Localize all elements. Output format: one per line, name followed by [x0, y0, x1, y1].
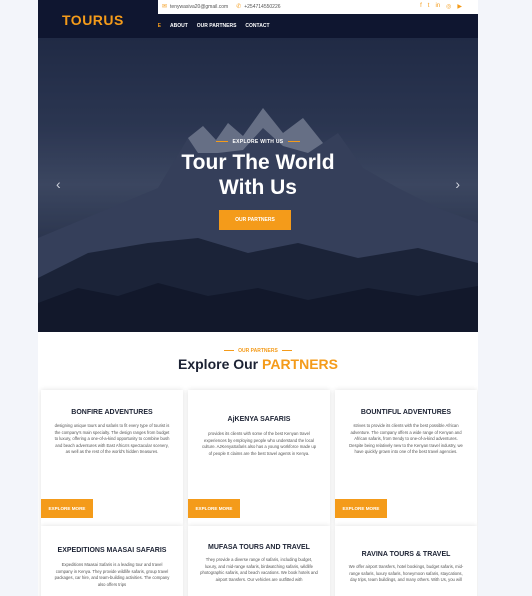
hero-title-line-1: Tour The World [181, 151, 335, 174]
phone-icon: ✆ [236, 4, 242, 10]
partners-title-prefix: Explore Our [178, 356, 259, 372]
nav-menu: HOME ABOUT OUR PARTNERS CONTACT [146, 23, 270, 29]
nav-contact[interactable]: CONTACT [245, 23, 269, 29]
envelope-icon: ✉ [162, 4, 168, 10]
partner-card-title: EXPEDITIONS MAASAI SAFARIS [57, 547, 167, 554]
partner-card-text: Expeditions Maasai Safaris is a leading … [54, 562, 170, 587]
instagram-icon[interactable]: ◎ [446, 3, 451, 10]
youtube-icon[interactable]: ▶ [457, 3, 462, 10]
page: ✉ tenywasiva20@gmail.com ✆ +254714550226 f… [38, 0, 478, 596]
chevron-left-icon[interactable]: ‹ [56, 176, 61, 192]
nav-our-partners[interactable]: OUR PARTNERS [197, 23, 237, 29]
partners-title: Explore Our PARTNERS [38, 356, 478, 372]
phone-text: +254714550226 [244, 4, 281, 10]
partner-card-text: We offer airport transfers, hotel bookin… [348, 564, 464, 583]
partners-title-highlight: PARTNERS [262, 356, 338, 372]
facebook-icon[interactable]: f [420, 3, 422, 10]
partner-card-title: BOUNTIFUL ADVENTURES [360, 409, 452, 416]
logo[interactable]: TOURUS [62, 12, 124, 28]
social-links: f t in ◎ ▶ [420, 3, 462, 10]
twitter-icon[interactable]: t [428, 3, 430, 10]
hero-slider: EXPLORE WITH US Tour The World With Us O… [38, 38, 478, 332]
explore-more-button[interactable]: EXPLORE MORE [335, 499, 387, 518]
explore-more-button[interactable]: EXPLORE MORE [41, 499, 93, 518]
linkedin-icon[interactable]: in [435, 3, 440, 10]
partner-card-text: strives to provide its clients with the … [349, 423, 463, 455]
hero-eyebrow: EXPLORE WITH US [38, 139, 478, 145]
partner-card-title: MUFASA TOURS AND TRAVEL [208, 544, 310, 551]
partners-eyebrow: OUR PARTNERS [38, 348, 478, 354]
chevron-right-icon[interactable]: › [455, 176, 460, 192]
partner-card: BOUNTIFUL ADVENTURES strives to provide … [335, 390, 477, 526]
our-partners-button[interactable]: OUR PARTNERS [219, 210, 291, 230]
partner-card-text: They provide a diverse range of safaris,… [200, 557, 318, 582]
email-text: tenywasiva20@gmail.com [170, 4, 229, 10]
partner-card-title: RAVINA TOURS & TRAVEL [361, 551, 451, 558]
partner-card-title: AjKENYA SAFARIS [227, 416, 291, 423]
hero-title-line-2: With Us [219, 176, 297, 199]
contact-info: ✉ tenywasiva20@gmail.com ✆ +254714550226 [162, 3, 281, 10]
partner-card: BONFIRE ADVENTURES designing unique tour… [41, 390, 183, 526]
logo-block: TOURUS [38, 0, 158, 38]
partner-card-text: designing unique tours and safaris to fi… [54, 423, 170, 455]
partner-card-text: provides its clients with some of the be… [201, 431, 317, 456]
phone-contact[interactable]: ✆ +254714550226 [236, 3, 280, 10]
partner-card: EXPEDITIONS MAASAI SAFARIS Expeditions M… [41, 526, 183, 596]
hero-title: Tour The World With Us [38, 150, 478, 200]
partner-card: RAVINA TOURS & TRAVEL We offer airport t… [335, 526, 477, 596]
partner-card-title: BONFIRE ADVENTURES [71, 409, 153, 416]
explore-more-button[interactable]: EXPLORE MORE [188, 499, 240, 518]
email-contact[interactable]: ✉ tenywasiva20@gmail.com [162, 3, 228, 10]
partner-card: MUFASA TOURS AND TRAVEL They provide a d… [188, 526, 330, 596]
partner-card: AjKENYA SAFARIS provides its clients wit… [188, 390, 330, 526]
nav-about[interactable]: ABOUT [170, 23, 188, 29]
